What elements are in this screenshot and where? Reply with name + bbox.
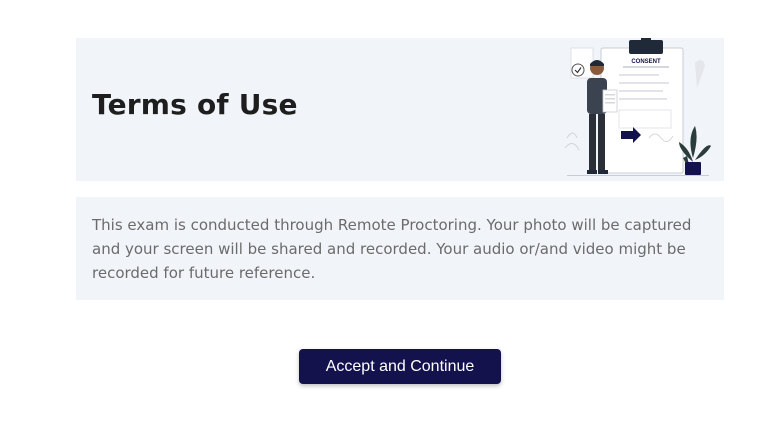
accept-and-continue-button[interactable]: Accept and Continue bbox=[299, 349, 501, 384]
consent-clipboard-illustration: CONSENT bbox=[564, 38, 711, 176]
terms-page: Terms of Use CONSENT This exam is conduc… bbox=[0, 0, 781, 425]
consent-label: CONSENT bbox=[631, 59, 661, 65]
page-title: Terms of Use bbox=[92, 88, 298, 121]
proctoring-notice-panel: This exam is conducted through Remote Pr… bbox=[76, 197, 724, 300]
proctoring-notice-text: This exam is conducted through Remote Pr… bbox=[92, 216, 692, 282]
terms-header-panel: Terms of Use CONSENT bbox=[76, 38, 724, 181]
